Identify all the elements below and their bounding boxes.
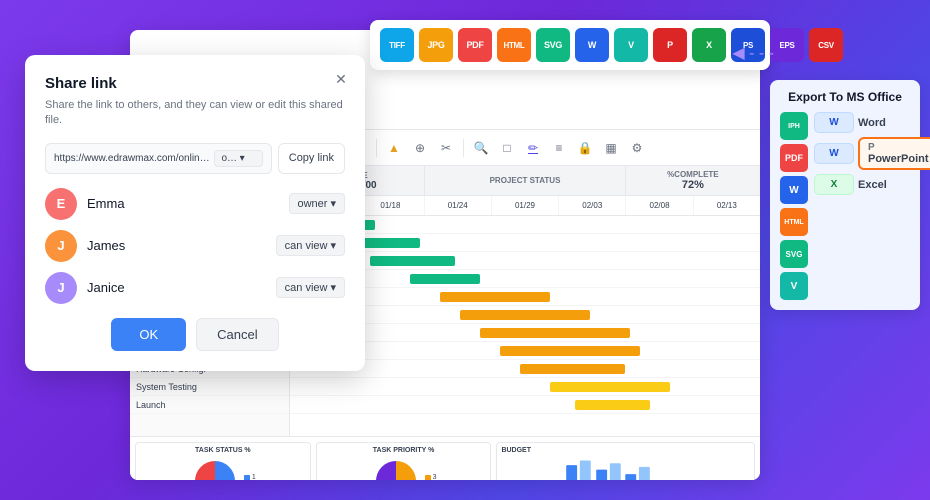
export-format-bar: TIFF JPG PDF HTML SVG W V P X PS EPS CSV xyxy=(370,20,770,70)
side-icon-pdf[interactable]: PDF xyxy=(780,144,808,172)
bar-6 xyxy=(460,310,590,320)
bar-row-10 xyxy=(290,378,760,396)
format-pdf[interactable]: PDF xyxy=(458,28,492,62)
export-panel-content: IPH PDF W HTML SVG V W Word W P PowerPoi… xyxy=(780,112,910,300)
tool-list[interactable]: ≡ xyxy=(548,137,570,159)
copy-link-button[interactable]: Copy link xyxy=(278,143,345,174)
dialog-actions: OK Cancel xyxy=(45,318,345,351)
export-ppt-row: W P PowerPoint xyxy=(814,137,930,170)
side-icon-iph[interactable]: IPH xyxy=(780,112,808,140)
user-name-emma: Emma xyxy=(87,196,289,211)
export-panel: Export To MS Office IPH PDF W HTML SVG V… xyxy=(770,80,920,310)
format-jpg[interactable]: JPG xyxy=(419,28,453,62)
bottom-charts: TASK STATUS % 1 2 TASK PRIORITY % xyxy=(130,436,760,480)
user-name-james: James xyxy=(87,238,276,253)
task-priority-chart: TASK PRIORITY % 3 0 xyxy=(316,442,492,480)
task-status-chart: TASK STATUS % 1 2 xyxy=(135,442,311,480)
side-icon-w[interactable]: W xyxy=(780,176,808,204)
cancel-button[interactable]: Cancel xyxy=(196,318,278,351)
budget-bars: ACTUAL xyxy=(501,456,750,480)
export-panel-title: Export To MS Office xyxy=(780,90,910,104)
powerpoint-option[interactable]: P PowerPoint xyxy=(858,137,930,170)
budget-chart: BUDGET ACTUAL xyxy=(496,442,755,480)
bar-3 xyxy=(370,256,455,266)
complete-col: %COMPLETE 72% xyxy=(626,166,760,195)
task-priority-pie xyxy=(371,456,421,480)
format-html[interactable]: HTML xyxy=(497,28,531,62)
task-label-11: Launch xyxy=(130,396,289,414)
ppt-icon[interactable]: W xyxy=(814,143,854,164)
word-label: Word xyxy=(858,117,886,129)
tool-frame[interactable]: □ xyxy=(496,137,518,159)
share-dialog: Share link Share the link to others, and… xyxy=(25,55,365,371)
user-row-2: J James can view ▾ xyxy=(45,230,345,262)
user-name-janice: Janice xyxy=(87,280,276,295)
bar-7 xyxy=(480,328,630,338)
divider1 xyxy=(376,139,377,157)
tool-lock[interactable]: 🔒 xyxy=(574,137,596,159)
task-label-10: System Testing xyxy=(130,378,289,396)
bar-5 xyxy=(440,292,550,302)
export-word-row: W Word xyxy=(814,112,930,133)
side-icon-svg[interactable]: SVG xyxy=(780,240,808,268)
word-icon[interactable]: W xyxy=(814,112,854,133)
bar-10 xyxy=(550,382,670,392)
link-row: https://www.edrawmax.com/online/fil owne… xyxy=(45,143,345,174)
avatar-emma: E xyxy=(45,188,77,220)
bar-row-11 xyxy=(290,396,760,414)
export-options: W Word W P PowerPoint X Excel xyxy=(814,112,930,195)
format-visio[interactable]: V xyxy=(614,28,648,62)
role-emma[interactable]: owner ▾ xyxy=(289,193,346,214)
bar-4 xyxy=(410,274,480,284)
format-excel[interactable]: X xyxy=(692,28,726,62)
ok-button[interactable]: OK xyxy=(111,318,186,351)
format-csv[interactable]: CSV xyxy=(809,28,843,62)
user-row-1: E Emma owner ▾ xyxy=(45,188,345,220)
task-status-pie xyxy=(190,456,240,480)
tool-cut[interactable]: ✂ xyxy=(435,137,457,159)
avatar-james: J xyxy=(45,230,77,262)
link-input-field[interactable]: https://www.edrawmax.com/online/fil owne… xyxy=(45,143,272,174)
excel-label: Excel xyxy=(858,179,887,191)
format-tiff[interactable]: TIFF xyxy=(380,28,414,62)
bar-8 xyxy=(500,346,640,356)
dialog-subtitle: Share the link to others, and they can v… xyxy=(45,98,345,129)
export-excel-row: X Excel xyxy=(814,174,930,195)
tool-zoom[interactable]: 🔍 xyxy=(470,137,492,159)
format-eps[interactable]: EPS xyxy=(770,28,804,62)
bar-9 xyxy=(520,364,625,374)
owner-badge[interactable]: owner ▾ xyxy=(214,150,262,167)
excel-icon[interactable]: X xyxy=(814,174,854,195)
tool-pen[interactable]: ✏ xyxy=(522,137,544,159)
divider2 xyxy=(463,139,464,157)
user-row-3: J Janice can view ▾ xyxy=(45,272,345,304)
arrow-connector: ◀ - - - xyxy=(732,43,774,63)
export-side-icons: IPH PDF W HTML SVG V xyxy=(780,112,808,300)
format-word[interactable]: W xyxy=(575,28,609,62)
tool-settings[interactable]: ⚙ xyxy=(626,137,648,159)
role-janice[interactable]: can view ▾ xyxy=(276,277,345,298)
side-icon-v[interactable]: V xyxy=(780,272,808,300)
format-svg[interactable]: SVG xyxy=(536,28,570,62)
format-ppt[interactable]: P xyxy=(653,28,687,62)
avatar-janice: J xyxy=(45,272,77,304)
side-icon-html[interactable]: HTML xyxy=(780,208,808,236)
dialog-title: Share link xyxy=(45,75,345,92)
project-status-col: PROJECT STATUS xyxy=(425,166,625,195)
tool-link[interactable]: ⊕ xyxy=(409,137,431,159)
bar-11 xyxy=(575,400,650,410)
dialog-close-button[interactable]: ✕ xyxy=(331,69,351,89)
role-james[interactable]: can view ▾ xyxy=(276,235,345,256)
tool-fill[interactable]: ▲ xyxy=(383,137,405,159)
tool-table[interactable]: ▦ xyxy=(600,137,622,159)
